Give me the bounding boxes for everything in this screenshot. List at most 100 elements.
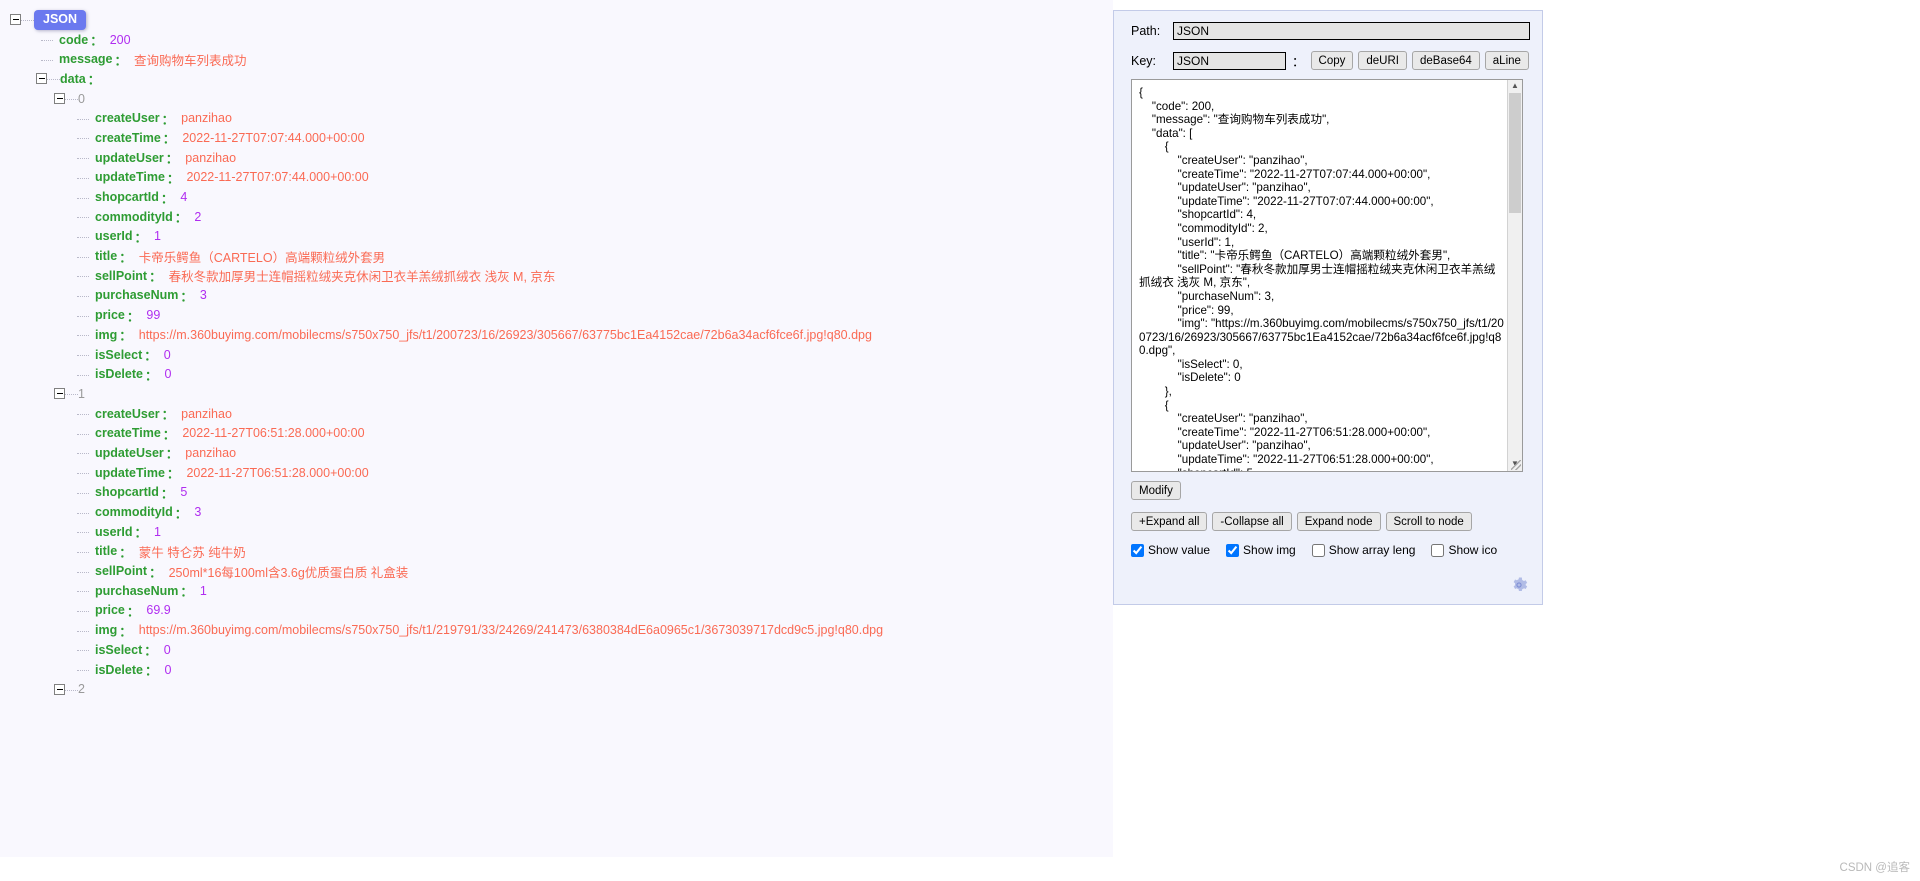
show-ico-checkbox[interactable] [1431, 543, 1445, 557]
gear-icon[interactable] [1510, 576, 1528, 594]
expand-all-button[interactable]: +Expand all [1131, 512, 1208, 531]
json-raw-text[interactable]: { "code": 200, "message": "查询购物车列表成功", "… [1132, 80, 1522, 471]
json-tool-panel: Path: Key: ： Copy deURI deBase64 aLine {… [1113, 10, 1543, 605]
key-input[interactable] [1173, 51, 1286, 70]
tree-key-label: isSelect [95, 347, 143, 362]
show-array-leng-checkbox[interactable] [1311, 543, 1325, 557]
resize-handle-icon[interactable] [1511, 460, 1521, 470]
tree-connector [77, 413, 89, 416]
tree-value: panzihao [181, 111, 232, 126]
show-ico-label: Show ico [1448, 543, 1498, 557]
tree-key-label: userId [95, 229, 133, 244]
path-input[interactable] [1173, 22, 1530, 40]
show-array-leng-option[interactable]: Show array leng [1311, 543, 1415, 557]
tree-key-colon: ： [119, 624, 132, 639]
tree-array-index-label: 2 [78, 682, 85, 697]
collapse-toggle-icon[interactable] [54, 388, 65, 400]
tree-key-colon: ： [144, 349, 157, 364]
json-textarea-container[interactable]: { "code": 200, "message": "查询购物车列表成功", "… [1131, 79, 1523, 472]
scroll-to-node-button[interactable]: Scroll to node [1385, 512, 1472, 531]
collapse-toggle-icon[interactable] [36, 73, 47, 85]
tree-leaf-row: userId： 1 [10, 522, 1113, 542]
tree-connector [77, 236, 89, 238]
tree-connector [77, 157, 89, 160]
tree-value: 3 [199, 288, 207, 303]
json-tree: JSON code： 200 message：查询购物车列表成功 data： 0 crea… [0, 0, 1113, 699]
aline-button[interactable]: aLine [1484, 51, 1529, 70]
tree-key-label: isDelete [95, 662, 143, 677]
show-img-option[interactable]: Show img [1226, 543, 1296, 557]
tree-key-colon: ： [161, 112, 175, 127]
tree-key-colon: ： [114, 53, 128, 68]
tree-key-label: img [95, 623, 118, 638]
tree-value: 4 [180, 190, 188, 205]
tree-leaf-row: updateTime： 2022-11-27T07:07:44.000+00:00 [10, 168, 1113, 188]
tree-connector [77, 295, 89, 297]
tree-connector [77, 256, 89, 258]
tree-value: 查询购物车列表成功 [134, 53, 247, 68]
tree-connector [41, 59, 53, 61]
tree-leaf-row: title： 卡帝乐鳄鱼（CARTELO）高端颗粒绒外套男 [10, 246, 1113, 266]
copy-button[interactable]: Copy [1310, 51, 1354, 70]
tree-leaf-row: updateTime： 2022-11-27T06:51:28.000+00:00 [10, 463, 1113, 483]
tree-key-colon: ： [166, 171, 180, 186]
tree-key-colon: ： [126, 604, 140, 619]
tree-value: 2022-11-27T07:07:44.000+00:00 [186, 170, 369, 185]
json-tree-panel: JSON code： 200 message：查询购物车列表成功 data： 0 crea… [0, 0, 1113, 881]
tree-value: panzihao [185, 445, 237, 460]
tree-array-index-label: 0 [78, 91, 85, 106]
debase64-button[interactable]: deBase64 [1411, 51, 1480, 70]
tree-leaf-row: price： 69.9 [10, 601, 1113, 621]
tree-key-colon: ： [149, 270, 162, 285]
tree-connector [77, 216, 89, 219]
tree-key-label: createUser [95, 406, 160, 421]
tree-connector [77, 669, 89, 672]
tree-connector [77, 374, 89, 376]
show-ico-option[interactable]: Show ico [1431, 543, 1497, 557]
modify-button[interactable]: Modify [1131, 481, 1181, 500]
tree-key-colon: ： [87, 73, 101, 88]
tree-key-label: sellPoint [95, 564, 148, 579]
show-value-checkbox[interactable] [1131, 543, 1144, 557]
tree-array-index-row[interactable]: 2 [10, 679, 1113, 699]
collapse-toggle-icon[interactable] [10, 14, 21, 26]
tree-leaf-row: sellPoint： 春秋冬款加厚男士连帽摇粒绒夹克休闲卫衣羊羔绒抓绒衣 浅灰 M… [10, 266, 1113, 286]
tree-connector [77, 531, 89, 534]
scroll-up-icon[interactable]: ▲ [1508, 80, 1522, 93]
tree-array-index-row[interactable]: 0 [10, 89, 1113, 109]
tree-connector [77, 137, 89, 140]
collapse-toggle-icon[interactable] [54, 683, 65, 695]
tree-leaf-row: title： 蒙牛 特仑苏 纯牛奶 [10, 542, 1113, 562]
tree-connector [65, 689, 78, 691]
tree-leaf-row: commodityId： 3 [10, 502, 1113, 522]
collapse-toggle-icon[interactable] [54, 93, 65, 105]
tree-root-row[interactable]: JSON [10, 9, 1113, 30]
show-value-option[interactable]: Show value [1131, 543, 1210, 557]
tree-array-index-row[interactable]: 1 [10, 384, 1113, 404]
tree-connector [77, 452, 89, 455]
tree-connector [77, 354, 89, 357]
scrollbar-thumb[interactable] [1509, 93, 1521, 213]
tree-key-label: title [95, 249, 118, 264]
tree-leaf-row: createTime： 2022-11-27T07:07:44.000+00:00 [10, 128, 1113, 148]
tree-key-colon: ： [180, 585, 193, 600]
tree-value: 69.9 [146, 603, 171, 618]
deuri-button[interactable]: deURI [1358, 51, 1407, 70]
show-img-checkbox[interactable] [1226, 543, 1240, 557]
expand-node-button[interactable]: Expand node [1296, 512, 1381, 531]
json-textarea-scrollbar[interactable]: ▲ ▼ [1507, 80, 1522, 471]
tree-key-colon: ： [134, 230, 148, 245]
tree-leaf-row: isSelect： 0 [10, 345, 1113, 365]
tree-branch-row[interactable]: data： [10, 69, 1113, 89]
key-label: Key: [1131, 53, 1157, 68]
tree-value: 200 [109, 32, 131, 47]
tree-value: 0 [163, 642, 171, 657]
collapse-all-button[interactable]: -Collapse all [1212, 512, 1292, 531]
tree-connector [21, 19, 34, 22]
json-root-badge[interactable]: JSON [34, 9, 87, 30]
tree-key-colon: ： [119, 250, 132, 265]
tree-value: panzihao [185, 150, 237, 165]
tree-connector [77, 551, 89, 553]
tree-array-index-label: 1 [78, 386, 85, 401]
tree-key-colon: ： [119, 329, 132, 344]
